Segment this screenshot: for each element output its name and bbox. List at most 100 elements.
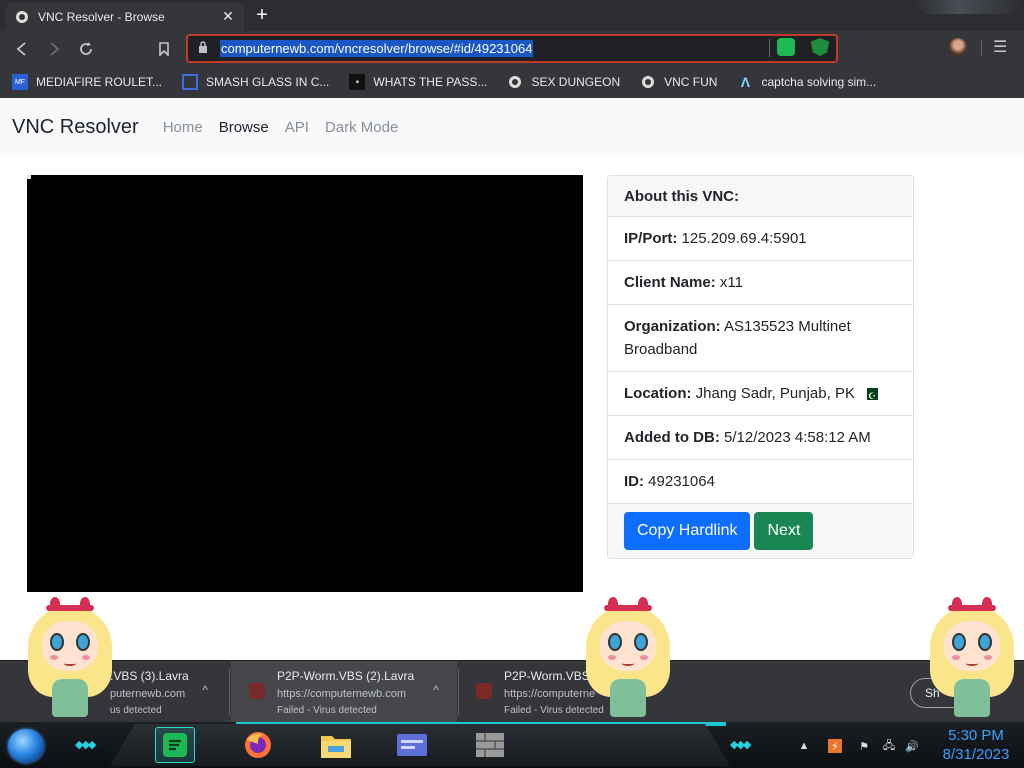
location-label: Location: xyxy=(624,385,692,402)
profile-avatar[interactable] xyxy=(949,38,967,56)
bookmark-label: SMASH GLASS IN C... xyxy=(206,75,330,89)
bookmark-label: VNC FUN xyxy=(664,75,718,89)
nav-home[interactable]: Home xyxy=(163,119,203,136)
horn xyxy=(608,597,618,611)
download-source: https://computernewb.com xyxy=(277,688,407,700)
divider xyxy=(769,39,770,57)
reload-icon[interactable] xyxy=(70,33,102,65)
download-shelf: .VBS (3).Lavra puternewb.com us detected… xyxy=(0,660,1024,722)
vnc-icon xyxy=(640,74,656,90)
network-icon[interactable]: 🖧 xyxy=(882,739,896,753)
mouth xyxy=(966,661,978,666)
close-icon[interactable]: ✕ xyxy=(220,8,236,25)
spotify-extension-icon[interactable] xyxy=(777,38,795,56)
vnc-icon xyxy=(507,74,523,90)
chevron-icon: ◆◆◆ xyxy=(75,739,96,751)
mouth xyxy=(64,661,76,666)
bookmark-label: SEX DUNGEON xyxy=(531,75,621,89)
back-icon[interactable] xyxy=(6,33,38,65)
cheek xyxy=(608,655,616,660)
menu-icon[interactable]: ☰ xyxy=(993,37,1007,57)
bookmark-icon[interactable] xyxy=(148,33,180,65)
url-text[interactable]: computernewb.com/vncresolver/browse/#id/… xyxy=(220,40,534,57)
horn xyxy=(638,597,648,611)
client-value: x11 xyxy=(719,274,743,291)
nav-api[interactable]: API xyxy=(285,119,309,136)
vnc-screenshot xyxy=(27,175,583,592)
copy-hardlink-button[interactable]: Copy Hardlink xyxy=(624,512,751,550)
added-value: 5/12/2023 4:58:12 AM xyxy=(724,429,871,446)
cheek xyxy=(82,655,90,660)
browser-tab[interactable]: VNC Resolver - Browse ✕ xyxy=(6,2,244,31)
divider xyxy=(981,40,982,56)
chevron-up-icon[interactable]: ^ xyxy=(433,683,439,697)
mediafire-icon: MF xyxy=(12,74,28,90)
site-brand[interactable]: VNC Resolver xyxy=(12,116,139,139)
divider xyxy=(229,669,230,715)
system-clock[interactable]: 5:30 PM 8/31/2023 xyxy=(936,726,1016,764)
taskbar-app-control-panel[interactable] xyxy=(392,727,432,763)
forward-icon[interactable] xyxy=(38,33,70,65)
mouth xyxy=(622,661,634,666)
clock-date: 8/31/2023 xyxy=(942,746,1010,763)
ip-port-row: IP/Port: 125.209.69.4:5901 xyxy=(608,217,913,261)
clock-time: 5:30 PM xyxy=(948,727,1004,744)
tray-app-icon[interactable]: ⚡ xyxy=(828,739,842,753)
client-name-row: Client Name: x11 xyxy=(608,261,913,305)
dress xyxy=(954,679,990,717)
bookmark-item[interactable]: SMASH GLASS IN C... xyxy=(182,74,329,90)
cheek xyxy=(50,655,58,660)
nav-dark-mode[interactable]: Dark Mode xyxy=(325,119,398,136)
horn xyxy=(952,597,962,611)
mascot-sticker xyxy=(578,597,678,725)
site-navbar: VNC Resolver Home Browse API Dark Mode xyxy=(0,98,1024,156)
taskbar-app-spotify[interactable] xyxy=(155,727,195,763)
address-bar[interactable]: computernewb.com/vncresolver/browse/#id/… xyxy=(186,34,838,63)
nav-browse[interactable]: Browse xyxy=(219,119,269,136)
file-icon xyxy=(476,683,492,699)
browser-toolbar: computernewb.com/vncresolver/browse/#id/… xyxy=(0,31,1024,66)
vnc-icon xyxy=(14,9,30,25)
ip-label: IP/Port: xyxy=(624,230,678,247)
bookmark-item[interactable]: VNC FUN xyxy=(640,74,717,90)
new-tab-button[interactable]: + xyxy=(251,5,273,27)
glass-icon xyxy=(182,74,199,90)
tab-strip: VNC Resolver - Browse ✕ + xyxy=(0,0,1024,31)
horn xyxy=(80,597,90,611)
cheek xyxy=(984,655,992,660)
horn xyxy=(982,597,992,611)
bookmark-item[interactable]: Λ captcha solving sim... xyxy=(737,74,876,90)
window-frame-decoration xyxy=(914,0,1024,14)
eye xyxy=(978,633,992,651)
eye xyxy=(76,633,90,651)
action-center-icon[interactable]: ⚑ xyxy=(857,739,871,753)
bookmark-item[interactable]: ▪ WHATS THE PASS... xyxy=(349,74,487,90)
web-page: VNC Resolver Home Browse API Dark Mode A… xyxy=(0,98,1024,660)
card-footer: Copy Hardlink Next xyxy=(608,504,913,558)
bookmark-item[interactable]: MF MEDIAFIRE ROULET... xyxy=(12,74,162,90)
bookmark-item[interactable]: SEX DUNGEON xyxy=(507,74,620,90)
organization-row: Organization: AS135523 Multinet Broadban… xyxy=(608,305,913,372)
bookmark-label: WHATS THE PASS... xyxy=(373,75,488,89)
taskbar-app-firefox[interactable] xyxy=(238,727,278,763)
vnc-info-card: About this VNC: IP/Port: 125.209.69.4:59… xyxy=(607,175,914,559)
tab-title: VNC Resolver - Browse xyxy=(38,9,165,24)
lock-icon: ▪ xyxy=(349,74,366,90)
show-hidden-icons[interactable]: ▲ xyxy=(797,739,811,753)
start-button[interactable] xyxy=(8,729,44,763)
lock-icon[interactable] xyxy=(198,41,214,56)
mascot-sticker xyxy=(922,597,1022,725)
dress xyxy=(610,679,646,717)
location-value: Jhang Sadr, Punjab, PK xyxy=(695,385,855,402)
cheek xyxy=(952,655,960,660)
download-item[interactable]: P2P-Worm.VBS (2).Lavra https://computern… xyxy=(231,661,457,722)
next-button[interactable]: Next xyxy=(754,512,814,550)
client-label: Client Name: xyxy=(624,274,716,291)
taskbar-app-file-explorer[interactable] xyxy=(316,727,356,763)
taskbar-app-firewall[interactable] xyxy=(470,727,510,763)
chevron-up-icon[interactable]: ^ xyxy=(202,683,208,697)
eye xyxy=(952,633,966,651)
id-label: ID: xyxy=(624,473,644,490)
volume-icon[interactable]: 🔊 xyxy=(905,739,919,753)
download-status: Failed - Virus detected xyxy=(277,705,377,716)
